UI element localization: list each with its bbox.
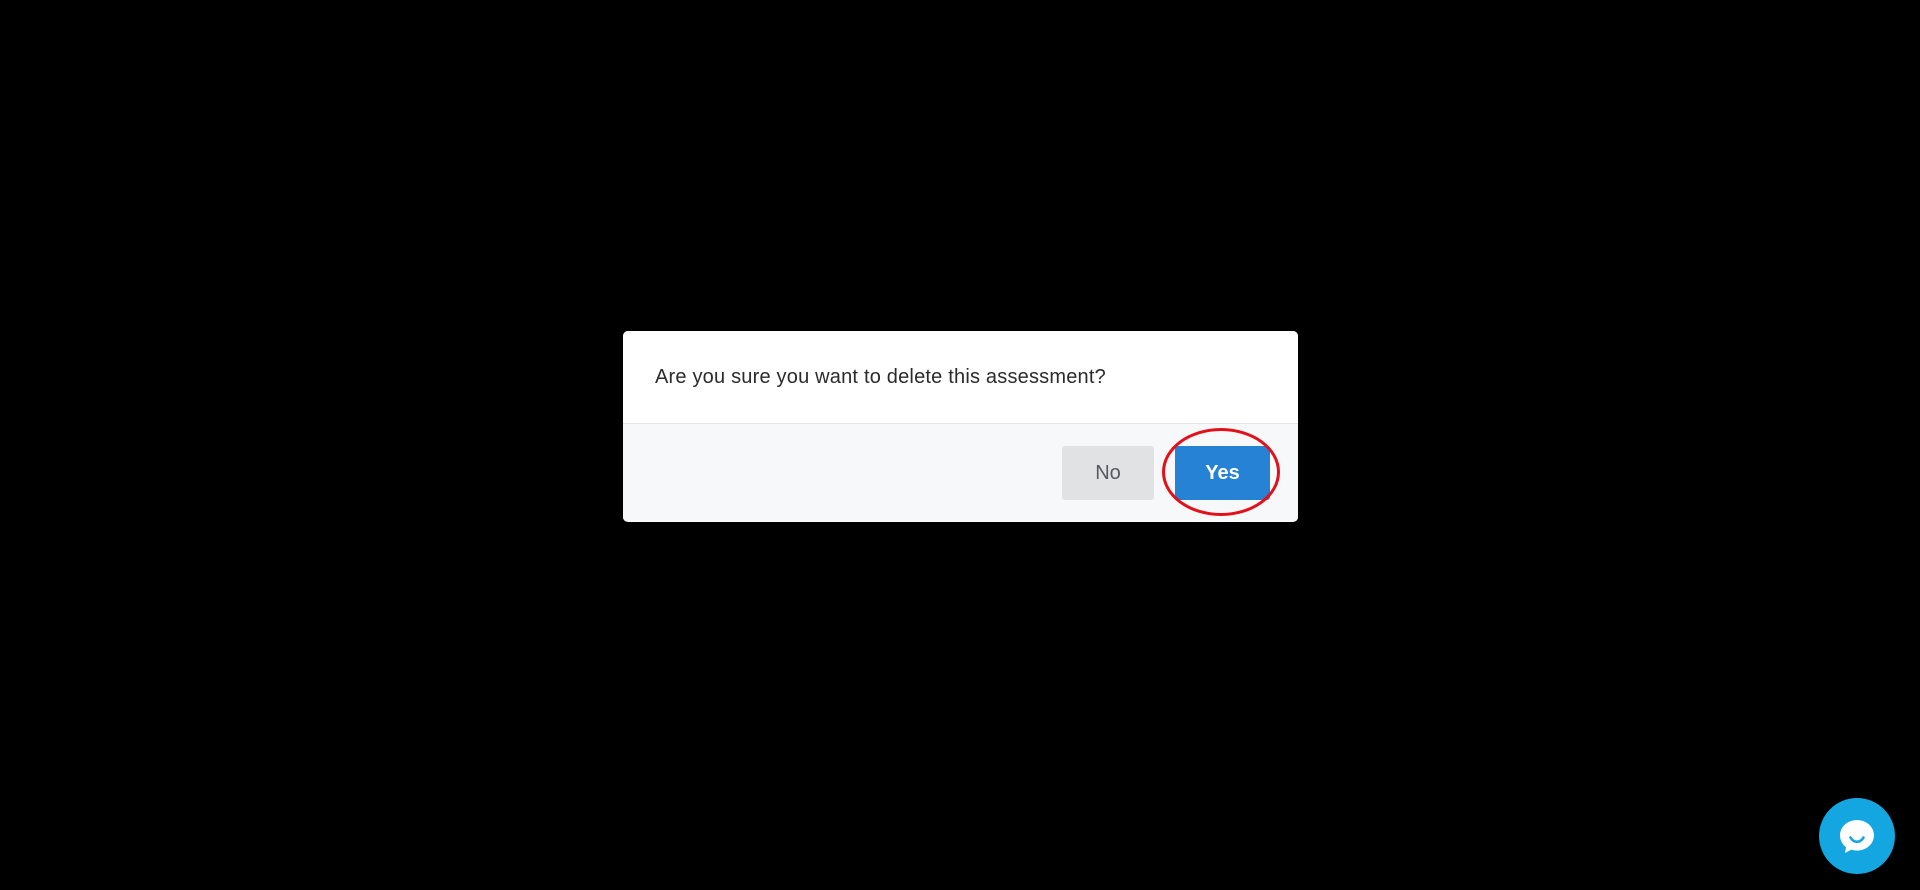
dialog-message: Are you sure you want to delete this ass… <box>655 366 1106 388</box>
no-button[interactable]: No <box>1062 446 1154 500</box>
yes-button[interactable]: Yes <box>1175 446 1270 500</box>
dialog-footer: No Yes <box>623 424 1298 521</box>
chat-bubble-icon <box>1837 816 1877 856</box>
dialog-body: Are you sure you want to delete this ass… <box>623 331 1298 424</box>
delete-confirmation-dialog: Are you sure you want to delete this ass… <box>623 331 1298 522</box>
chat-launcher-button[interactable] <box>1819 798 1895 874</box>
